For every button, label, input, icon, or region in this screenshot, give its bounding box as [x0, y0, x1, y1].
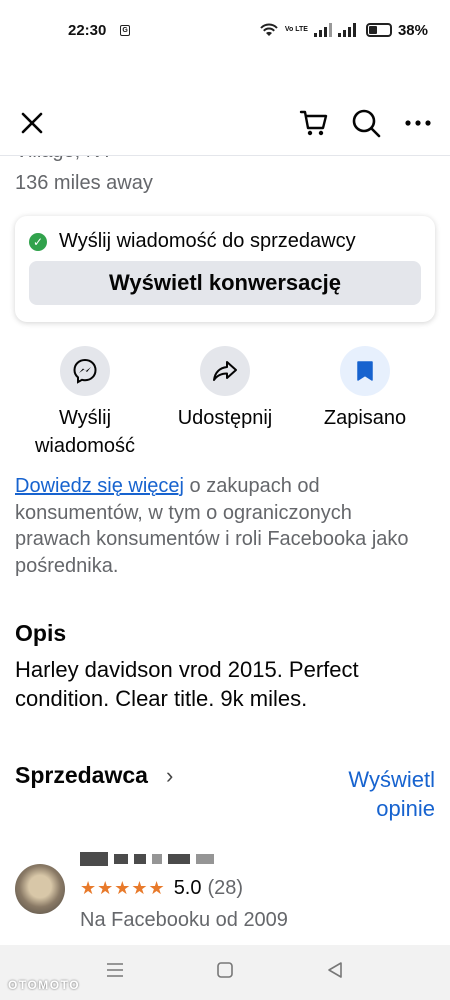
- send-message-label-line2: wiadomość: [34, 435, 136, 457]
- messenger-icon: [73, 358, 97, 384]
- more-button[interactable]: [400, 105, 436, 141]
- seller-since: Na Facebooku od 2009: [80, 909, 288, 931]
- share-label: Udostępnij: [177, 407, 273, 429]
- share-button[interactable]: [200, 346, 250, 396]
- learn-more-link[interactable]: Dowiedz się więcej: [15, 475, 184, 497]
- battery-icon: [365, 23, 392, 37]
- seller-avatar[interactable]: [15, 864, 65, 914]
- messenger-button[interactable]: [60, 346, 110, 396]
- top-divider: [0, 155, 450, 156]
- back-icon[interactable]: [326, 961, 344, 984]
- view-reviews-line2: opinie: [376, 796, 435, 821]
- rating-stars-icon: ★★★★★: [80, 878, 166, 898]
- rating-count: (28): [207, 877, 244, 899]
- consumer-info: Dowiedz się więcej o zakupach od konsume…: [15, 473, 425, 579]
- share-action[interactable]: Udostępnij: [155, 346, 295, 432]
- battery-percent: 38%: [397, 21, 428, 39]
- signal-icon-2: [337, 23, 356, 37]
- seller-header[interactable]: Sprzedawca ›: [15, 762, 173, 789]
- view-conversation-button[interactable]: Wyświetl konwersację: [29, 261, 421, 305]
- seller-title: Sprzedawca: [15, 762, 148, 788]
- seller-name-redacted: [80, 850, 240, 870]
- message-sent-card: ✓ Wyślij wiadomość do sprzedawcy Wyświet…: [15, 216, 435, 322]
- status-bar: 22:30 G Vo LTE 38%: [0, 0, 450, 60]
- cart-icon: [299, 110, 328, 136]
- share-icon: [213, 361, 237, 381]
- check-circle-icon: ✓: [29, 232, 47, 251]
- volte-badge: Vo LTE: [284, 26, 308, 33]
- action-row: Wyślij wiadomość Udostępnij Zapisano: [0, 346, 450, 458]
- sim-badge: G: [120, 24, 130, 36]
- cart-button[interactable]: [296, 105, 332, 141]
- search-button[interactable]: [348, 105, 384, 141]
- message-status-text: Wyślij wiadomość do sprzedawcy: [59, 230, 356, 252]
- send-message-label: Wyślij wiadomość: [15, 404, 155, 460]
- close-button[interactable]: [14, 105, 50, 141]
- listing-distance: 136 miles away: [15, 172, 153, 194]
- watermark-text: OTOMOTO: [8, 978, 81, 992]
- more-icon: [405, 120, 431, 126]
- saved-action[interactable]: Zapisano: [295, 346, 435, 432]
- top-app-bar: [0, 95, 450, 151]
- rating-value: 5.0: [173, 877, 202, 899]
- saved-button[interactable]: [340, 346, 390, 396]
- saved-label: Zapisano: [323, 407, 407, 429]
- seller-rating: ★★★★★ 5.0 (28): [80, 877, 243, 900]
- description-body: Harley davidson vrod 2015. Perfect condi…: [15, 657, 359, 711]
- view-reviews-link[interactable]: Wyświetl opinie: [348, 765, 435, 823]
- status-time: 22:30: [68, 21, 107, 39]
- menu-icon[interactable]: [106, 962, 124, 983]
- home-icon[interactable]: [216, 961, 234, 984]
- view-reviews-line1: Wyświetl: [348, 767, 435, 792]
- chevron-right-icon: ›: [165, 762, 174, 788]
- bookmark-icon: [357, 361, 373, 381]
- search-icon: [352, 109, 381, 138]
- send-message-action[interactable]: Wyślij wiadomość: [15, 346, 155, 460]
- send-message-label-line1: Wyślij: [58, 407, 112, 429]
- wifi-icon: [260, 23, 278, 36]
- signal-icon: [313, 23, 332, 37]
- status-icons: Vo LTE 38%: [259, 22, 428, 39]
- close-icon: [21, 112, 43, 134]
- description-title: Opis: [15, 620, 67, 646]
